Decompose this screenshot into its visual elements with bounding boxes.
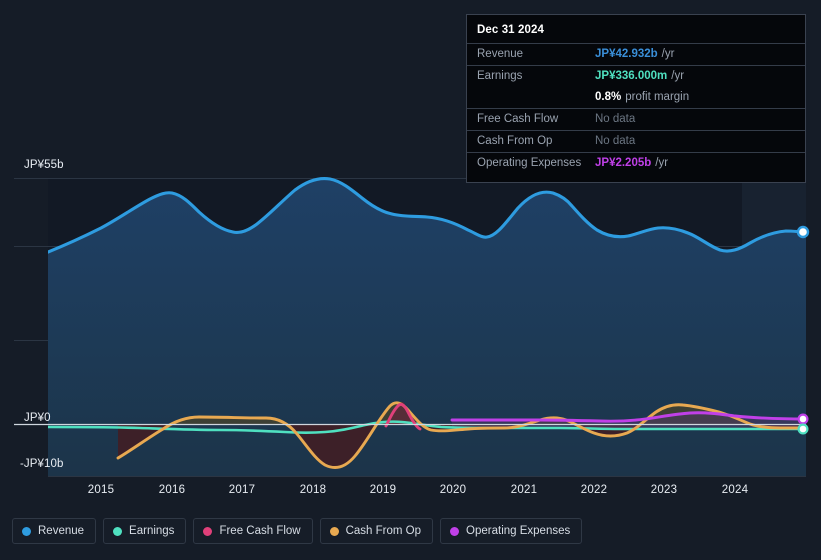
x-tick-2020: 2020	[439, 484, 467, 496]
chart-page: JP¥55b JP¥0 -JP¥10b 2015 2016 2017 2018 …	[0, 0, 821, 560]
tooltip-value-cash-from-op: No data	[595, 135, 636, 147]
revenue-endpoint-marker	[796, 225, 810, 239]
y-axis-label-min: -JP¥10b	[20, 458, 64, 470]
legend-item-cash-from-op[interactable]: Cash From Op	[319, 518, 434, 544]
tooltip-suffix-earnings: /yr	[671, 70, 685, 82]
tooltip-value-profit-margin: 0.8%	[595, 91, 622, 103]
tooltip-label-free-cash-flow: Free Cash Flow	[477, 113, 559, 125]
opex-endpoint-marker	[797, 413, 809, 425]
tooltip-value-earnings: JP¥336.000m	[595, 70, 668, 82]
x-tick-2015: 2015	[87, 484, 115, 496]
tooltip-label-revenue: Revenue	[477, 48, 524, 60]
tooltip-value-operating-expenses: JP¥2.205b	[595, 157, 652, 169]
x-tick-2016: 2016	[158, 484, 186, 496]
tooltip-suffix-operating-expenses: /yr	[655, 157, 669, 169]
tooltip-label-operating-expenses: Operating Expenses	[477, 157, 582, 169]
tooltip-label-cash-from-op: Cash From Op	[477, 135, 553, 147]
tooltip-row-revenue: Revenue JP¥42.932b /yr	[467, 43, 805, 65]
y-axis-label-max: JP¥55b	[24, 159, 64, 171]
x-tick-2019: 2019	[369, 484, 397, 496]
earnings-endpoint-marker	[797, 423, 809, 435]
legend-dot-free-cash-flow-icon	[203, 526, 213, 536]
legend-dot-operating-expenses-icon	[450, 526, 460, 536]
legend-item-free-cash-flow[interactable]: Free Cash Flow	[193, 518, 313, 544]
legend-label-earnings: Earnings	[129, 525, 175, 537]
legend-item-operating-expenses[interactable]: Operating Expenses	[440, 518, 583, 544]
legend-item-earnings[interactable]: Earnings	[103, 518, 187, 544]
legend-item-revenue[interactable]: Revenue	[12, 518, 97, 544]
tooltip-value-free-cash-flow: No data	[595, 113, 636, 125]
legend-dot-revenue-icon	[22, 526, 31, 536]
legend-label-revenue: Revenue	[38, 525, 85, 537]
x-tick-2021: 2021	[510, 484, 538, 496]
tooltip-row-earnings: Earnings JP¥336.000m /yr	[467, 65, 805, 87]
tooltip-row-operating-expenses: Operating Expenses JP¥2.205b /yr	[467, 152, 805, 174]
legend-label-cash-from-op: Cash From Op	[345, 525, 422, 537]
tooltip-row-profit-margin: 0.8% profit margin	[467, 87, 805, 108]
x-tick-2022: 2022	[580, 484, 608, 496]
tooltip-value-revenue: JP¥42.932b	[595, 48, 658, 60]
chart-tooltip: Dec 31 2024 Revenue JP¥42.932b /yr Earni…	[466, 14, 806, 183]
tooltip-suffix-profit-margin: profit margin	[625, 91, 690, 103]
tooltip-row-free-cash-flow: Free Cash Flow No data	[467, 108, 805, 130]
x-tick-2024: 2024	[721, 484, 749, 496]
legend-dot-earnings-icon	[113, 526, 123, 536]
x-tick-2018: 2018	[299, 484, 327, 496]
chart-legend: Revenue Earnings Free Cash Flow Cash Fro…	[12, 518, 583, 544]
tooltip-label-earnings: Earnings	[477, 70, 523, 82]
legend-dot-cash-from-op-icon	[329, 526, 339, 536]
tooltip-row-cash-from-op: Cash From Op No data	[467, 130, 805, 152]
tooltip-date: Dec 31 2024	[477, 24, 544, 36]
x-tick-2017: 2017	[228, 484, 256, 496]
tooltip-suffix-revenue: /yr	[661, 48, 675, 60]
legend-label-operating-expenses: Operating Expenses	[466, 525, 571, 537]
x-tick-2023: 2023	[650, 484, 678, 496]
y-axis-label-zero: JP¥0	[24, 412, 51, 424]
legend-label-free-cash-flow: Free Cash Flow	[219, 525, 301, 537]
